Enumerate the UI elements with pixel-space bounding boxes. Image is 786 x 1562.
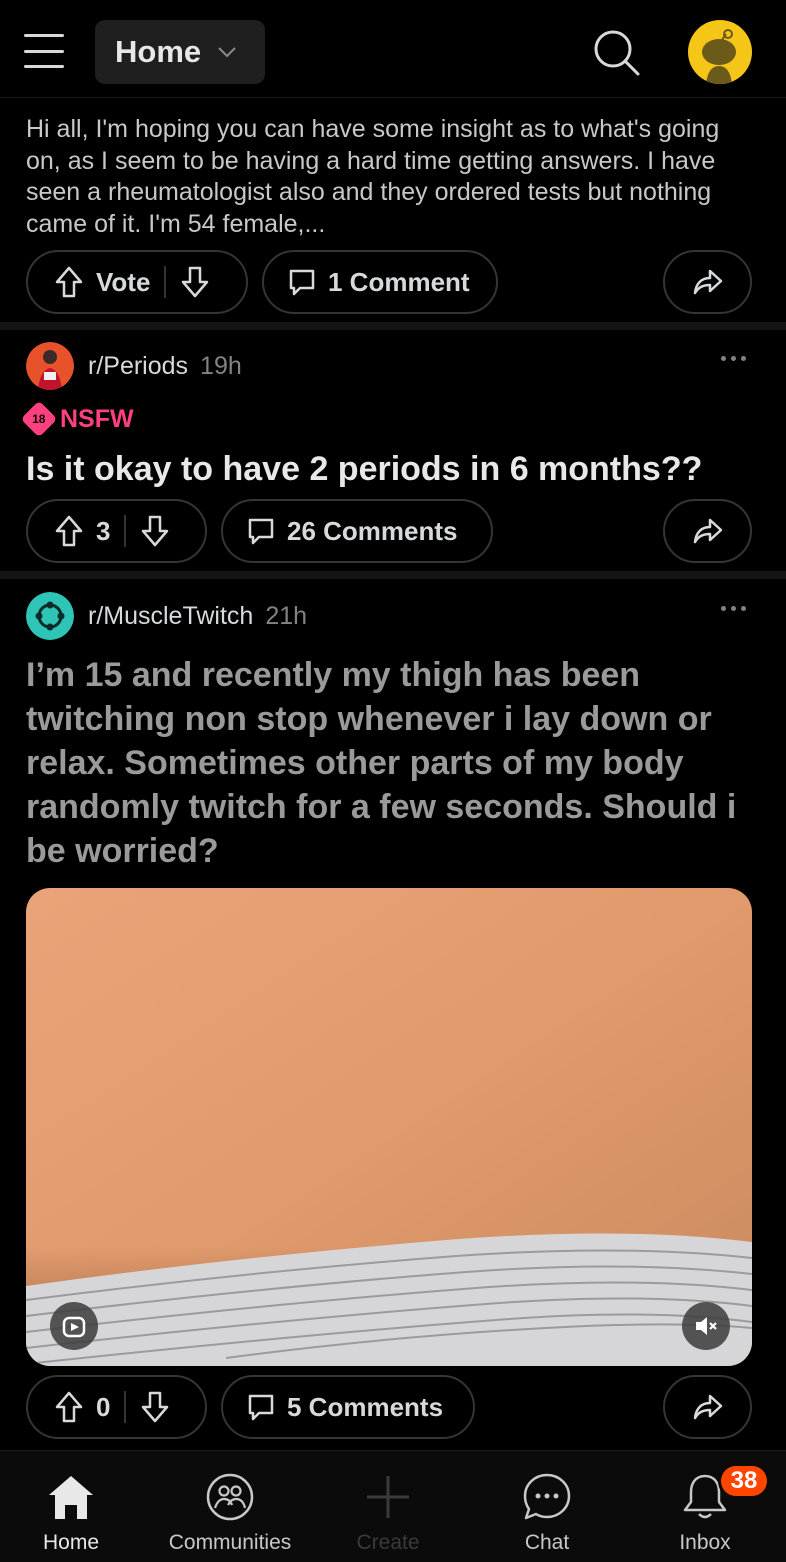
nsfw-tag: 18 NSFW <box>20 400 134 438</box>
more-options-icon[interactable] <box>721 356 746 361</box>
inbox-badge: 38 <box>718 1463 770 1499</box>
share-button[interactable] <box>663 1375 752 1439</box>
nav-label: Home <box>42 1531 100 1554</box>
nav-inbox[interactable]: Inbox 38 <box>630 1451 780 1562</box>
comment-icon <box>248 518 274 545</box>
user-avatar[interactable] <box>688 20 752 84</box>
nav-create[interactable]: Create <box>313 1451 463 1562</box>
feed-selector[interactable]: Home <box>95 20 265 84</box>
subreddit-name[interactable]: r/Periods <box>88 352 188 381</box>
menu-icon[interactable] <box>24 34 64 68</box>
communities-icon <box>206 1473 254 1521</box>
video-play-icon[interactable] <box>50 1302 98 1350</box>
home-icon <box>49 1476 93 1519</box>
subreddit-avatar[interactable] <box>26 592 74 640</box>
subreddit-name[interactable]: r/MuscleTwitch <box>88 602 253 631</box>
nav-label: Inbox <box>679 1531 731 1554</box>
vote-control: 3 <box>26 499 207 563</box>
post-video[interactable] <box>26 888 752 1366</box>
comments-label: 1 Comment <box>328 266 470 297</box>
share-button[interactable] <box>663 499 752 563</box>
nav-home[interactable]: Home <box>0 1451 146 1562</box>
comments-button[interactable]: 1 Comment <box>262 250 498 314</box>
snoo-avatar-icon <box>702 29 736 84</box>
nsfw-age: 18 <box>32 411 46 426</box>
post-title[interactable]: I’m 15 and recently my thigh has been tw… <box>26 653 766 873</box>
periods-avatar-icon <box>26 342 74 390</box>
post-actions: Vote 1 Comment <box>26 250 752 314</box>
share-icon <box>693 269 722 295</box>
share-icon <box>693 1394 722 1420</box>
comments-label: 26 Comments <box>287 515 458 546</box>
post-title[interactable]: Is it okay to have 2 periods in 6 months… <box>26 446 766 492</box>
vote-divider <box>124 1391 127 1423</box>
vote-count: 0 <box>96 1391 111 1422</box>
upvote-icon[interactable] <box>54 1390 84 1424</box>
share-button[interactable] <box>663 250 752 314</box>
post-meta: r/Periods 19h <box>26 342 752 390</box>
nav-communities[interactable]: Communities <box>155 1451 305 1562</box>
vote-divider <box>164 266 167 298</box>
upvote-icon[interactable] <box>54 514 84 548</box>
vote-count: Vote <box>96 266 151 297</box>
chevron-down-icon <box>218 47 236 58</box>
downvote-icon[interactable] <box>140 1390 170 1424</box>
vote-control: Vote <box>26 250 248 314</box>
post-divider <box>0 322 786 330</box>
more-options-icon[interactable] <box>721 606 746 611</box>
mute-icon[interactable] <box>682 1302 730 1350</box>
nsfw-label: NSFW <box>60 404 134 433</box>
vote-count: 3 <box>96 515 111 546</box>
comments-button[interactable]: 26 Comments <box>221 499 493 563</box>
comments-label: 5 Comments <box>287 1391 444 1422</box>
post-meta: r/MuscleTwitch 21h <box>26 592 752 640</box>
share-icon <box>693 518 722 544</box>
search-icon[interactable] <box>590 26 642 78</box>
nsfw-18-icon: 18 <box>20 400 58 438</box>
vote-control: 0 <box>26 1375 207 1439</box>
post-age: 21h <box>265 601 308 630</box>
chat-icon <box>523 1473 571 1520</box>
downvote-icon[interactable] <box>140 514 170 548</box>
comment-icon <box>248 1394 274 1421</box>
feed-selector-label: Home <box>115 34 202 69</box>
post-age: 19h <box>200 351 242 380</box>
post-actions: 0 5 Comments <box>26 1375 752 1439</box>
nav-label: Create <box>356 1531 420 1554</box>
video-frame <box>26 888 752 1366</box>
post-body-preview[interactable]: Hi all, I'm hoping you can have some ins… <box>26 114 756 240</box>
comment-icon <box>289 269 315 296</box>
muscletwitch-avatar-icon <box>26 592 74 640</box>
plus-icon <box>367 1476 409 1518</box>
bottom-nav: Home Communities Create Chat Inbox 38 <box>0 1450 786 1562</box>
subreddit-avatar[interactable] <box>26 342 74 390</box>
comments-button[interactable]: 5 Comments <box>221 1375 475 1439</box>
top-bar: Home <box>0 0 786 98</box>
nav-label: Chat <box>524 1531 570 1554</box>
nav-chat[interactable]: Chat <box>472 1451 622 1562</box>
post-actions: 3 26 Comments <box>26 499 752 563</box>
vote-divider <box>124 515 127 547</box>
nav-label: Communities <box>168 1531 292 1554</box>
downvote-icon[interactable] <box>180 265 210 299</box>
upvote-icon[interactable] <box>54 265 84 299</box>
post-divider <box>0 571 786 579</box>
